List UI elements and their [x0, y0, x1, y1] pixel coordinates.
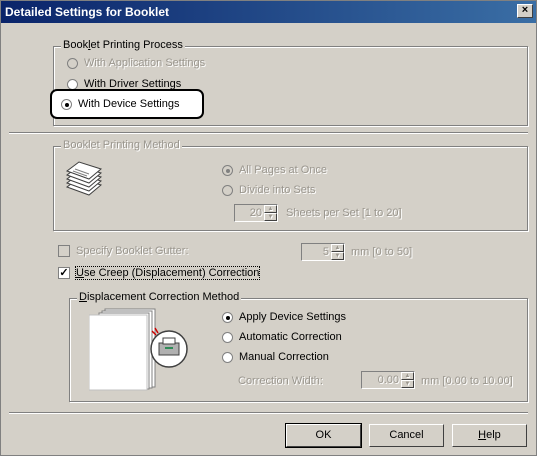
separator — [9, 132, 528, 134]
booklet-stack-icon — [65, 161, 103, 196]
correction-width-spinner[interactable]: 0.00 ▲ ▼ — [361, 371, 415, 389]
displacement-group-label: Displacement Correction Method — [77, 291, 242, 303]
radio-label: Manual Correction — [239, 351, 329, 363]
gutter-spinner[interactable]: 5 ▲ ▼ — [301, 243, 345, 261]
creep-pages-icon — [89, 308, 188, 391]
dialog-window: Detailed Settings for Booklet × Booklet … — [0, 0, 537, 456]
help-button[interactable]: Help — [452, 424, 527, 447]
radio-label: With Application Settings — [84, 57, 206, 69]
spin-down-icon[interactable]: ▼ — [264, 213, 277, 221]
radio-apply-device[interactable]: Apply Device Settings — [222, 311, 346, 323]
spin-up-icon[interactable]: ▲ — [264, 205, 277, 213]
checkbox-box: ✓ — [58, 267, 70, 279]
sheets-per-set-label: Sheets per Set [1 to 20] — [286, 207, 402, 219]
gutter-checkbox[interactable]: Specify Booklet Gutter: — [58, 245, 189, 257]
radio-dot — [222, 331, 233, 343]
correction-width-label: Correction Width: — [238, 375, 323, 387]
spinner-value: 0.00 — [377, 374, 399, 386]
spin-up-icon[interactable]: ▲ — [331, 244, 344, 252]
checkbox-box — [58, 245, 70, 257]
radio-application-settings[interactable]: With Application Settings — [67, 57, 205, 69]
spinner-arrows[interactable]: ▲ ▼ — [264, 205, 277, 221]
spinner-value: 20 — [249, 207, 262, 219]
correction-width-unit: mm [0.00 to 10.00] — [421, 375, 513, 387]
dialog-title: Detailed Settings for Booklet — [5, 5, 170, 19]
spin-down-icon[interactable]: ▼ — [331, 252, 344, 260]
ok-button[interactable]: OK — [285, 423, 362, 448]
radio-dot-selected — [222, 311, 233, 323]
separator — [9, 412, 528, 414]
spinner-arrows[interactable]: ▲ ▼ — [331, 244, 344, 260]
radio-dot — [222, 351, 233, 363]
radio-dot — [67, 78, 78, 90]
spin-up-icon[interactable]: ▲ — [401, 372, 414, 380]
cancel-button[interactable]: Cancel — [369, 424, 444, 447]
creep-checkbox[interactable]: ✓ Use Creep (Displacement) Correction — [58, 266, 261, 280]
radio-dot-selected — [222, 164, 233, 176]
radio-dot — [222, 184, 233, 196]
sheets-per-set-spinner[interactable]: 20 ▲ ▼ — [234, 204, 278, 222]
radio-automatic[interactable]: Automatic Correction — [222, 331, 342, 343]
gutter-unit-label: mm [0 to 50] — [351, 246, 413, 258]
radio-divide-sets[interactable]: Divide into Sets — [222, 184, 315, 196]
radio-label: Divide into Sets — [239, 184, 316, 196]
title-bar[interactable]: Detailed Settings for Booklet × — [1, 1, 536, 23]
radio-dot-selected — [61, 98, 72, 110]
radio-all-pages[interactable]: All Pages at Once — [222, 164, 327, 176]
radio-label: Automatic Correction — [239, 331, 342, 343]
radio-label: All Pages at Once — [239, 164, 328, 176]
radio-dot — [67, 57, 78, 69]
checkbox-label: Use Creep (Displacement) Correction — [74, 266, 261, 280]
spinner-value: 5 — [322, 246, 329, 258]
radio-manual[interactable]: Manual Correction — [222, 351, 329, 363]
close-button[interactable]: × — [517, 4, 533, 18]
spin-down-icon[interactable]: ▼ — [401, 380, 414, 388]
radio-label: With Device Settings — [78, 98, 180, 110]
checkbox-label: Specify Booklet Gutter: — [76, 245, 189, 257]
method-group-label: Booklet Printing Method — [61, 139, 182, 151]
process-group-label: Booklet Printing Process — [61, 39, 185, 51]
radio-device-settings[interactable]: With Device Settings — [61, 98, 179, 110]
spinner-arrows[interactable]: ▲ ▼ — [401, 372, 414, 388]
radio-label: Apply Device Settings — [239, 311, 346, 323]
